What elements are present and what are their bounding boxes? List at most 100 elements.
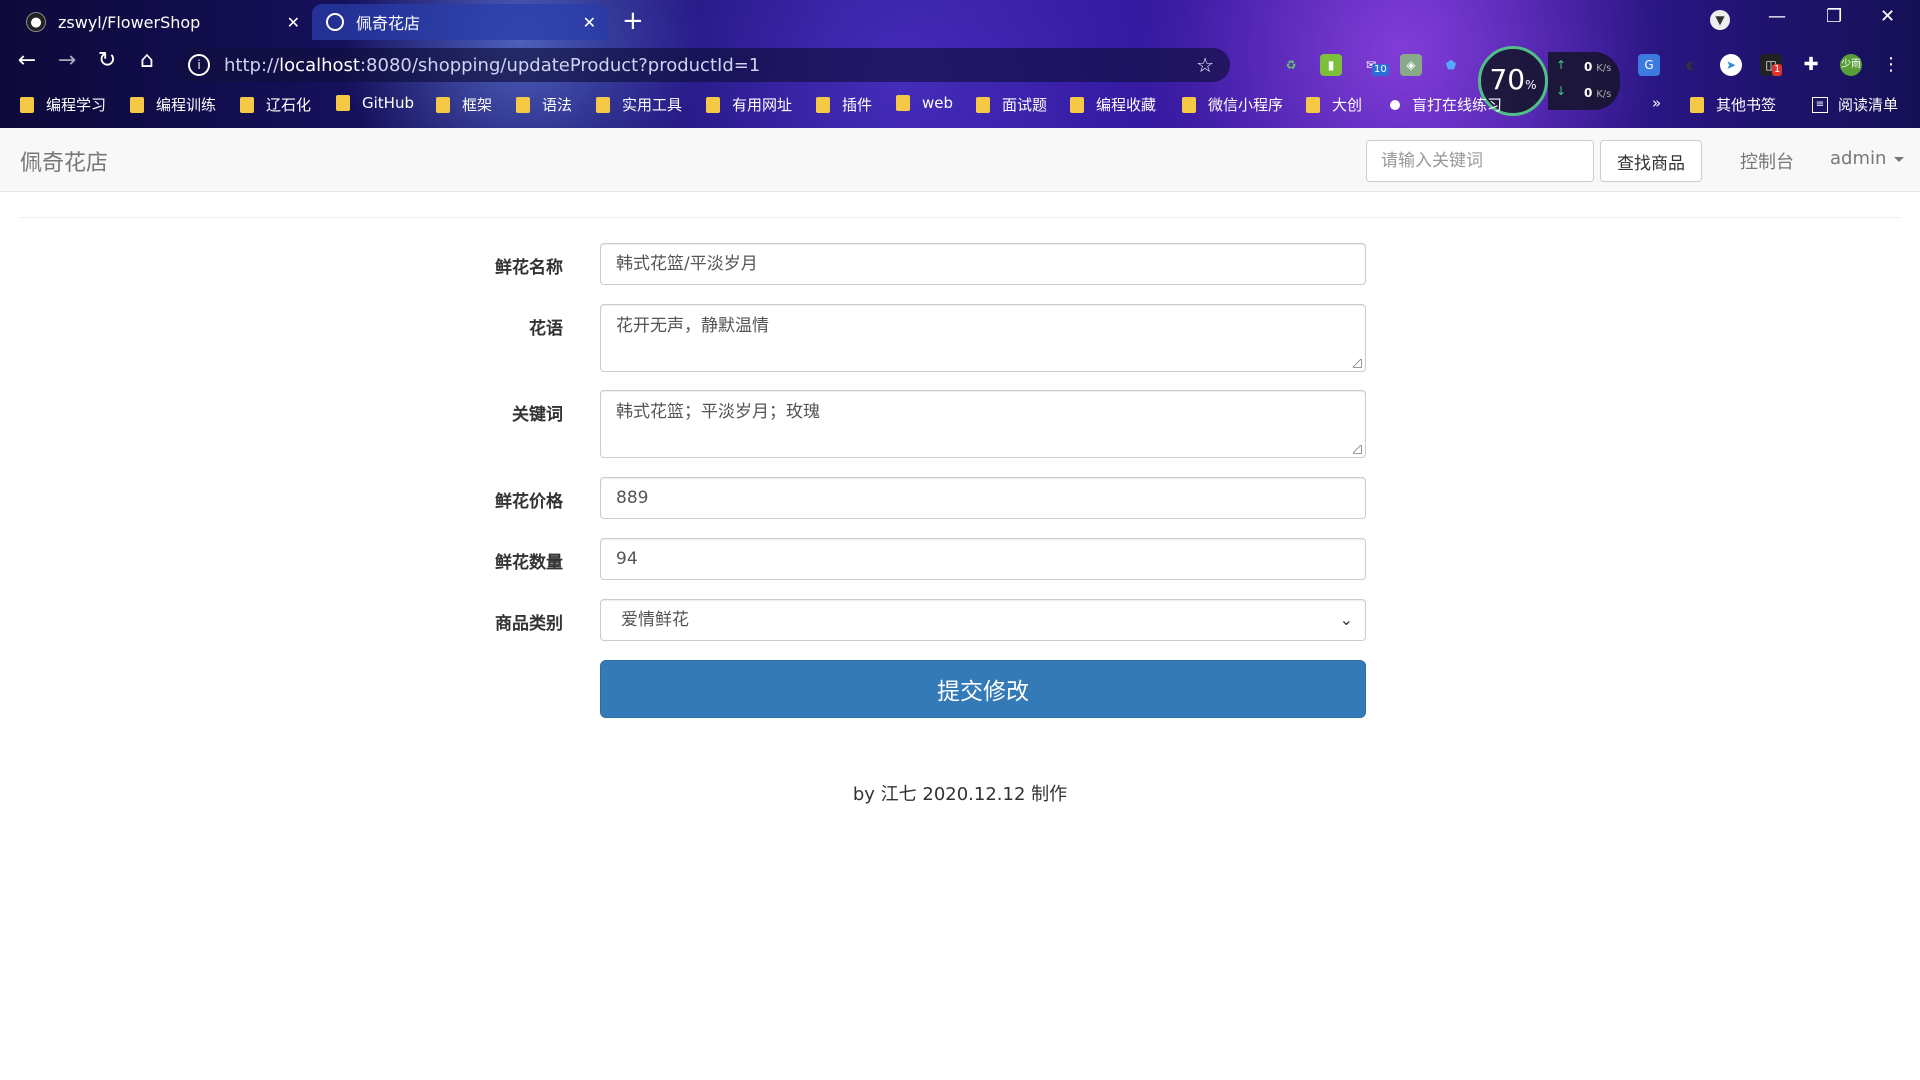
tab-title: 佩奇花店 xyxy=(356,14,421,33)
folder-icon xyxy=(336,95,350,111)
folder-icon xyxy=(1070,96,1084,113)
field-label: 鲜花数量 xyxy=(495,553,563,573)
bookmark-folder[interactable]: 实用工具 xyxy=(596,94,682,115)
folder-icon xyxy=(130,96,144,113)
other-bookmarks[interactable]: 其他书签 xyxy=(1690,94,1776,115)
resize-grip-icon[interactable] xyxy=(1353,445,1362,454)
tab-title: zswyl/FlowerShop xyxy=(58,12,201,32)
site-brand[interactable]: 佩奇花店 xyxy=(20,145,108,177)
reading-list[interactable]: ≡ 阅读清单 xyxy=(1812,94,1898,115)
minimize-icon[interactable]: — xyxy=(1768,6,1786,27)
textarea-value: 花开无声，静默温情 xyxy=(616,316,769,336)
ext-gray-icon[interactable]: ◈ xyxy=(1400,54,1422,76)
page-footer: by 江七 2020.12.12 制作 xyxy=(852,784,1068,805)
upload-speed: 0 K/s xyxy=(1584,60,1612,74)
bookmark-folder[interactable]: 微信小程序 xyxy=(1182,94,1283,115)
bookmark-folder[interactable]: 大创 xyxy=(1306,94,1362,115)
gauge-unit: % xyxy=(1525,78,1537,92)
browser-chrome: ● zswyl/FlowerShop ✕ 佩奇花店 ✕ + ▼ — ❐ ✕ ← … xyxy=(0,0,1920,128)
back-arrow-icon[interactable]: ← xyxy=(12,48,42,73)
folder-icon xyxy=(706,96,720,113)
url-text: http://localhost:8080/shopping/updatePro… xyxy=(224,54,761,76)
up-arrow-icon: ↑ xyxy=(1556,58,1567,72)
bookmark-folder[interactable]: 编程学习 xyxy=(20,94,106,115)
bookmark-folder[interactable]: 辽石化 xyxy=(240,94,311,115)
tab-github[interactable]: ● zswyl/FlowerShop ✕ xyxy=(12,4,312,40)
field-label: 鲜花价格 xyxy=(495,492,563,512)
folder-icon xyxy=(1390,99,1400,110)
divider xyxy=(20,217,1900,218)
tab-search-icon[interactable]: ▼ xyxy=(1710,10,1730,30)
notify-badge: 1 xyxy=(1772,64,1783,76)
chevron-down-icon: ⌄ xyxy=(1339,610,1353,629)
gauge-value: 70 xyxy=(1489,63,1526,96)
close-icon[interactable]: ✕ xyxy=(583,13,596,32)
mail-ext-icon[interactable]: ✉ 10 xyxy=(1360,54,1389,76)
field-label: 关键词 xyxy=(512,405,563,425)
bookmark-folder[interactable]: 编程收藏 xyxy=(1070,94,1156,115)
console-link[interactable]: 控制台 xyxy=(1740,148,1794,174)
reload-icon[interactable]: ↻ xyxy=(92,48,122,73)
folder-icon xyxy=(436,96,450,113)
user-menu[interactable]: admin xyxy=(1830,148,1905,169)
address-bar[interactable]: i http://localhost:8080/shopping/updateP… xyxy=(178,48,1230,82)
resize-grip-icon[interactable] xyxy=(1353,359,1362,368)
keywords-textarea[interactable]: 韩式花篮；平淡岁月；玫瑰 xyxy=(600,390,1366,458)
folder-icon xyxy=(1690,96,1704,113)
field-label: 鲜花名称 xyxy=(495,258,563,278)
profile-avatar[interactable]: 少雨 xyxy=(1840,54,1862,76)
bookmarks-overflow-button[interactable]: » xyxy=(1652,94,1661,112)
site-navbar: 佩奇花店 查找商品 控制台 admin xyxy=(0,128,1920,192)
search-button[interactable]: 查找商品 xyxy=(1600,140,1702,182)
quantity-input[interactable]: 94 xyxy=(600,538,1366,580)
bookmark-folder[interactable]: 语法 xyxy=(516,94,572,115)
ext-blue-icon[interactable]: ⬟ xyxy=(1440,54,1462,76)
bookmark-folder[interactable]: 框架 xyxy=(436,94,492,115)
folder-icon xyxy=(20,96,34,113)
new-tab-plus-icon[interactable]: + xyxy=(622,6,644,36)
puzzle-extensions-icon[interactable]: ✚ xyxy=(1800,54,1822,76)
search-input[interactable] xyxy=(1366,140,1594,182)
bookmark-folder[interactable]: web xyxy=(896,94,953,112)
address-row: ← → ↻ ⌂ i http://localhost:8080/shopping… xyxy=(0,48,1920,82)
name-input[interactable]: 韩式花篮/平淡岁月 xyxy=(600,243,1366,285)
bookmark-folder[interactable]: GitHub xyxy=(336,94,414,112)
mail-badge: 10 xyxy=(1372,64,1389,76)
folder-icon xyxy=(596,96,610,113)
reading-list-icon: ≡ xyxy=(1812,96,1828,113)
globe-icon xyxy=(326,13,344,31)
restore-icon[interactable]: ❐ xyxy=(1826,6,1842,27)
bookmark-folder[interactable]: 有用网址 xyxy=(706,94,792,115)
bookmark-star-icon[interactable]: ☆ xyxy=(1196,53,1214,77)
bookmark-link[interactable]: 盲打在线练习 xyxy=(1390,94,1502,115)
bookmark-folder[interactable]: 面试题 xyxy=(976,94,1047,115)
folder-icon xyxy=(1306,96,1320,113)
price-input[interactable]: 889 xyxy=(600,477,1366,519)
folder-icon xyxy=(896,95,910,111)
recycle-ext-icon[interactable]: ♻ xyxy=(1280,54,1302,76)
submit-button[interactable]: 提交修改 xyxy=(600,660,1366,718)
user-name: admin xyxy=(1830,148,1887,169)
site-info-icon[interactable]: i xyxy=(188,54,210,76)
folder-icon xyxy=(976,96,990,113)
close-icon[interactable]: ✕ xyxy=(287,13,300,32)
ext-dark-icon[interactable]: ◐ xyxy=(1680,54,1702,76)
menu-kebab-icon[interactable]: ⋮ xyxy=(1880,54,1902,76)
folder-icon xyxy=(240,96,254,113)
close-window-icon[interactable]: ✕ xyxy=(1880,6,1895,27)
folder-icon xyxy=(1182,96,1196,113)
flower-language-textarea[interactable]: 花开无声，静默温情 xyxy=(600,304,1366,372)
category-select[interactable]: 爱情鲜花 ⌄ xyxy=(600,599,1366,641)
folder-icon xyxy=(816,96,830,113)
tab-flowershop[interactable]: 佩奇花店 ✕ xyxy=(312,4,608,40)
ext-notify-icon[interactable]: ◫ 1 xyxy=(1760,54,1783,76)
field-label: 商品类别 xyxy=(495,614,563,634)
bookmarks-bar: 编程学习 编程训练 辽石化 GitHub 框架 语法 实用工具 有用网址 插件 … xyxy=(0,94,1920,118)
home-icon[interactable]: ⌂ xyxy=(132,48,162,73)
forward-arrow-icon[interactable]: → xyxy=(52,48,82,73)
bookmark-folder[interactable]: 编程训练 xyxy=(130,94,216,115)
ext-green-icon[interactable]: ▮ xyxy=(1320,54,1342,76)
telegram-ext-icon[interactable]: ➤ xyxy=(1720,54,1742,76)
bookmark-folder[interactable]: 插件 xyxy=(816,94,872,115)
translate-ext-icon[interactable]: G xyxy=(1638,54,1660,76)
